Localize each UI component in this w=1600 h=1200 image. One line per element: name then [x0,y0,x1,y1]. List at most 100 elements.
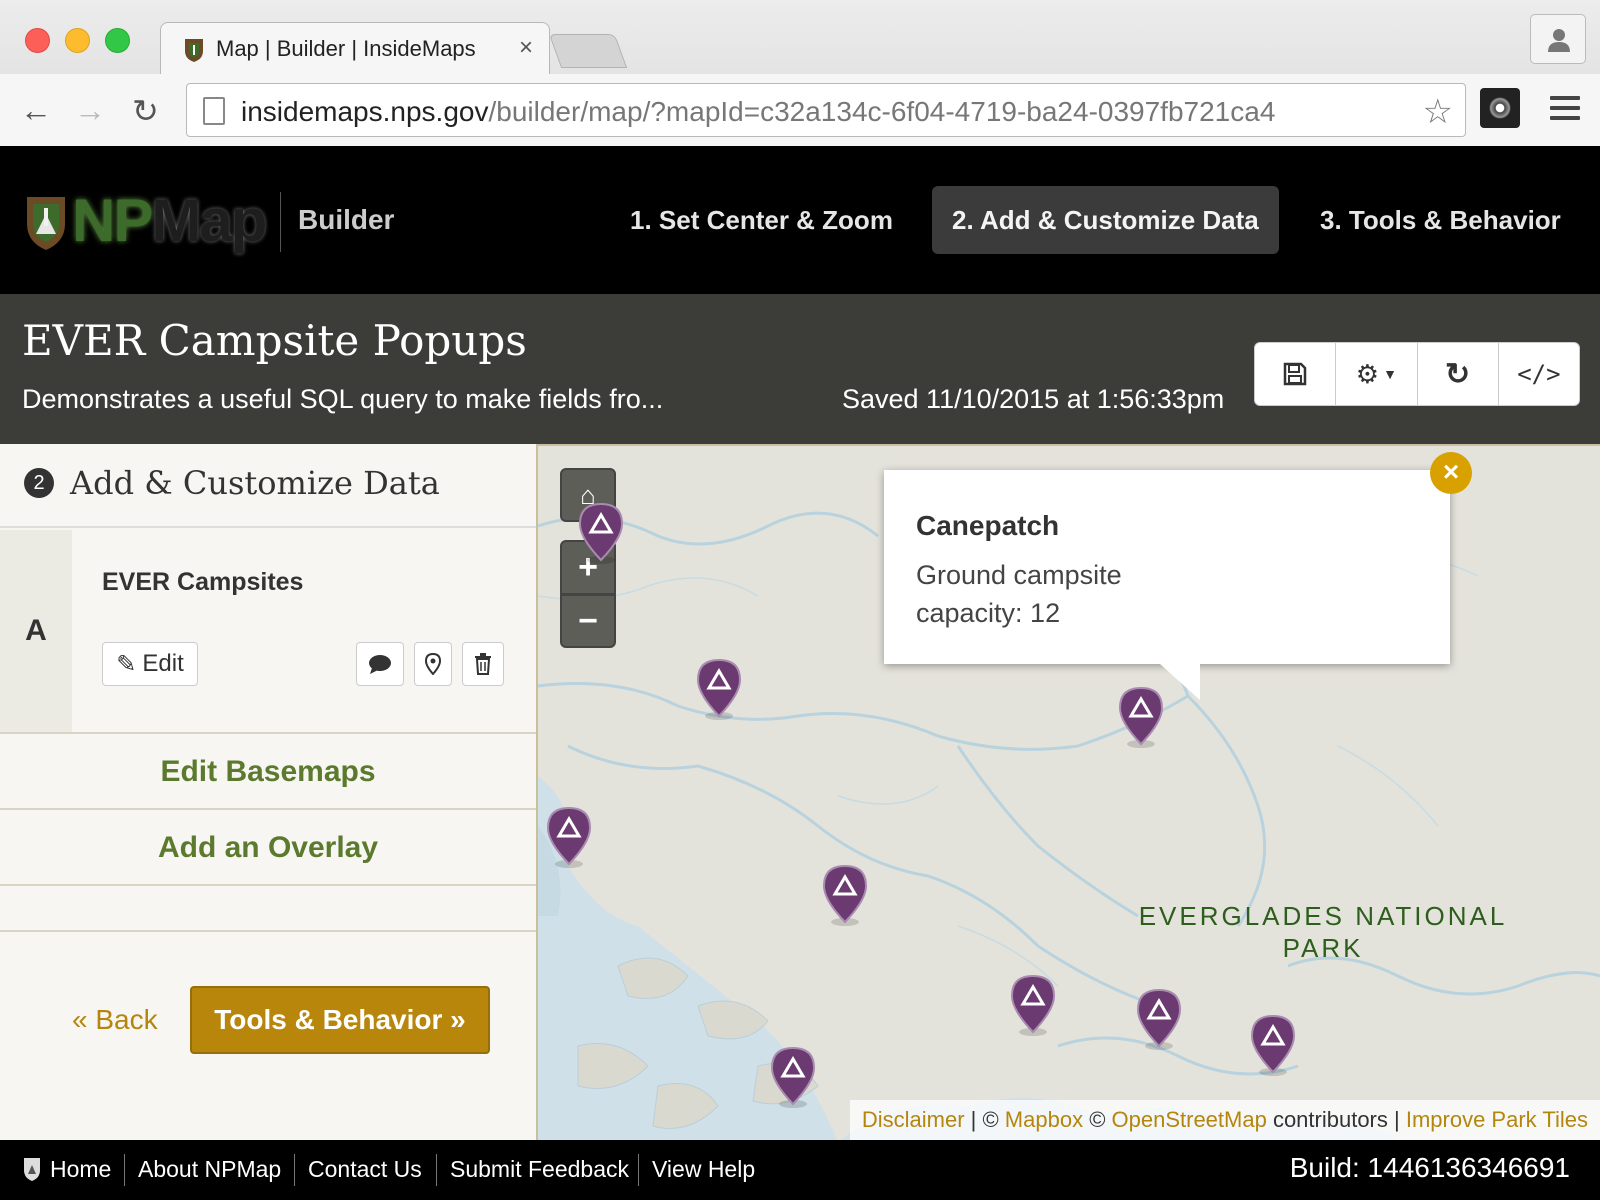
improve-park-tiles-link[interactable]: Improve Park Tiles [1406,1107,1588,1132]
tab-title: Map | Builder | InsideMaps [216,36,476,61]
npmap-logo[interactable]: NPMap [72,186,267,255]
url-text: insidemaps.nps.gov/builder/map/?mapId=c3… [241,96,1276,127]
logo-divider [280,192,281,252]
openstreetmap-link[interactable]: OpenStreetMap [1112,1107,1267,1132]
layer-item: A EVER Campsites ✎ Edit [0,530,536,734]
saved-status: Saved 11/10/2015 at 1:56:33pm [842,384,1225,414]
edit-label: Edit [142,650,184,677]
address-bar[interactable]: insidemaps.nps.gov/builder/map/?mapId=c3… [186,83,1466,137]
attrib-sep: | © [964,1107,1005,1132]
caret-down-icon: ▼ [1383,366,1397,382]
marker-style-button[interactable] [414,642,452,686]
back-link[interactable]: « Back [72,1004,158,1036]
campsite-marker[interactable] [822,864,868,926]
step-tools-behavior[interactable]: 3. Tools & Behavior [1300,186,1581,254]
map-attribution: Disclaimer | © Mapbox © OpenStreetMap co… [849,1100,1600,1140]
popup-capacity: capacity: 12 [916,598,1061,628]
builder-label: Builder [298,204,395,235]
embed-code-button[interactable]: </> [1499,343,1579,405]
park-label-line1: EVERGLADES NATIONAL [1138,901,1508,931]
map-marker-icon [425,653,441,675]
speech-bubble-icon [369,655,391,674]
settings-dropdown-button[interactable]: ⚙ ▼ [1336,343,1418,405]
extension-icon[interactable] [1480,88,1520,128]
bookmark-star-icon[interactable]: ☆ [1423,92,1453,132]
code-icon: </> [1517,360,1561,388]
tools-behavior-button[interactable]: Tools & Behavior » [190,986,490,1054]
map-canvas[interactable]: ⌂ + − Canepatch Ground campsite capacity… [538,444,1600,1140]
edit-layer-button[interactable]: ✎ Edit [102,642,198,686]
campsite-marker-selected[interactable] [1118,686,1164,748]
browser-toolbar: ← → ↻ insidemaps.nps.gov/builder/map/?ma… [0,74,1600,146]
popup-close-button[interactable]: × [1430,452,1472,494]
park-label-line2: PARK [1282,933,1364,963]
park-label: EVERGLADES NATIONAL PARK [1138,900,1508,964]
campsite-marker[interactable] [1010,974,1056,1036]
attrib-sep: © [1083,1107,1112,1132]
refresh-button[interactable]: ↻ [1418,343,1499,405]
back-arrow-icon[interactable]: ← [20,92,52,129]
app-header: NPMap Builder 1. Set Center & Zoom 2. Ad… [0,146,1600,294]
window-minimize-button[interactable] [65,28,90,53]
popup-config-button[interactable] [356,642,404,686]
zoom-out-button[interactable]: − [560,594,616,648]
campsite-marker[interactable] [770,1046,816,1108]
map-description[interactable]: Demonstrates a useful SQL query to make … [22,384,663,415]
campsite-marker[interactable] [1250,1014,1296,1076]
campsite-marker[interactable] [546,806,592,868]
sidebar-heading: Add & Customize Data [70,464,440,502]
gear-icon: ⚙ [1355,358,1380,389]
refresh-icon: ↻ [1445,357,1471,391]
edit-basemaps-link[interactable]: Edit Basemaps [0,734,536,810]
edit-icon: ✎ [116,650,137,678]
layer-letter: A [0,530,72,732]
attrib-contributors: contributors | [1266,1107,1406,1132]
step-set-center-zoom[interactable]: 1. Set Center & Zoom [610,186,913,254]
nps-arrowhead-icon [24,1158,40,1181]
forward-arrow-icon[interactable]: → [74,92,106,129]
window-zoom-button[interactable] [105,28,130,53]
footer-divider [294,1154,295,1186]
footer-feedback-link[interactable]: Submit Feedback [450,1156,629,1183]
save-button[interactable] [1255,343,1337,405]
new-tab-button[interactable] [548,34,628,68]
map-title-bar: EVER Campsite Popups Demonstrates a usef… [0,294,1600,444]
browser-menu-icon[interactable] [1550,96,1580,126]
step-add-customize-data[interactable]: 2. Add & Customize Data [932,186,1279,254]
disclaimer-link[interactable]: Disclaimer [862,1107,965,1132]
footer-contact-link[interactable]: Contact Us [308,1156,422,1183]
footer-divider [124,1154,125,1186]
footer-help-link[interactable]: View Help [652,1156,755,1183]
reload-icon[interactable]: ↻ [132,92,159,130]
footer: Home About NPMap Contact Us Submit Feedb… [0,1140,1600,1200]
footer-about-link[interactable]: About NPMap [138,1156,281,1183]
footer-home-link[interactable]: Home [50,1156,111,1183]
person-icon [1548,29,1570,52]
profile-button[interactable] [1530,14,1586,64]
step-number-badge: 2 [24,468,54,498]
browser-tab[interactable]: Map | Builder | InsideMaps × [160,22,550,74]
nps-arrowhead-icon [185,39,203,62]
sidebar-header: 2 Add & Customize Data [0,444,536,528]
mapbox-link[interactable]: Mapbox [1005,1107,1083,1132]
delete-layer-button[interactable] [462,642,504,686]
browser-chrome: Map | Builder | InsideMaps × ← → ↻ insid… [0,0,1600,146]
campsite-marker[interactable] [1136,988,1182,1050]
campsite-marker[interactable] [696,658,742,720]
tab-close-icon[interactable]: × [519,34,533,62]
nps-arrowhead-logo [27,197,65,250]
sidebar: 2 Add & Customize Data A EVER Campsites … [0,444,538,1140]
save-icon [1283,362,1307,386]
campsite-popup: Canepatch Ground campsite capacity: 12 [884,470,1450,700]
window-close-button[interactable] [25,28,50,53]
campsite-marker[interactable] [578,502,624,564]
footer-divider [638,1154,639,1186]
popup-title: Canepatch [916,510,1060,541]
map-actions-group: ⚙ ▼ ↻ </> [1254,342,1580,406]
layer-name: EVER Campsites [102,568,304,596]
build-number: Build: 1446136346691 [1289,1152,1570,1183]
trash-icon [475,653,491,675]
popup-type: Ground campsite [916,560,1122,590]
add-overlay-link[interactable]: Add an Overlay [0,810,536,886]
map-title[interactable]: EVER Campsite Popups [22,316,527,365]
